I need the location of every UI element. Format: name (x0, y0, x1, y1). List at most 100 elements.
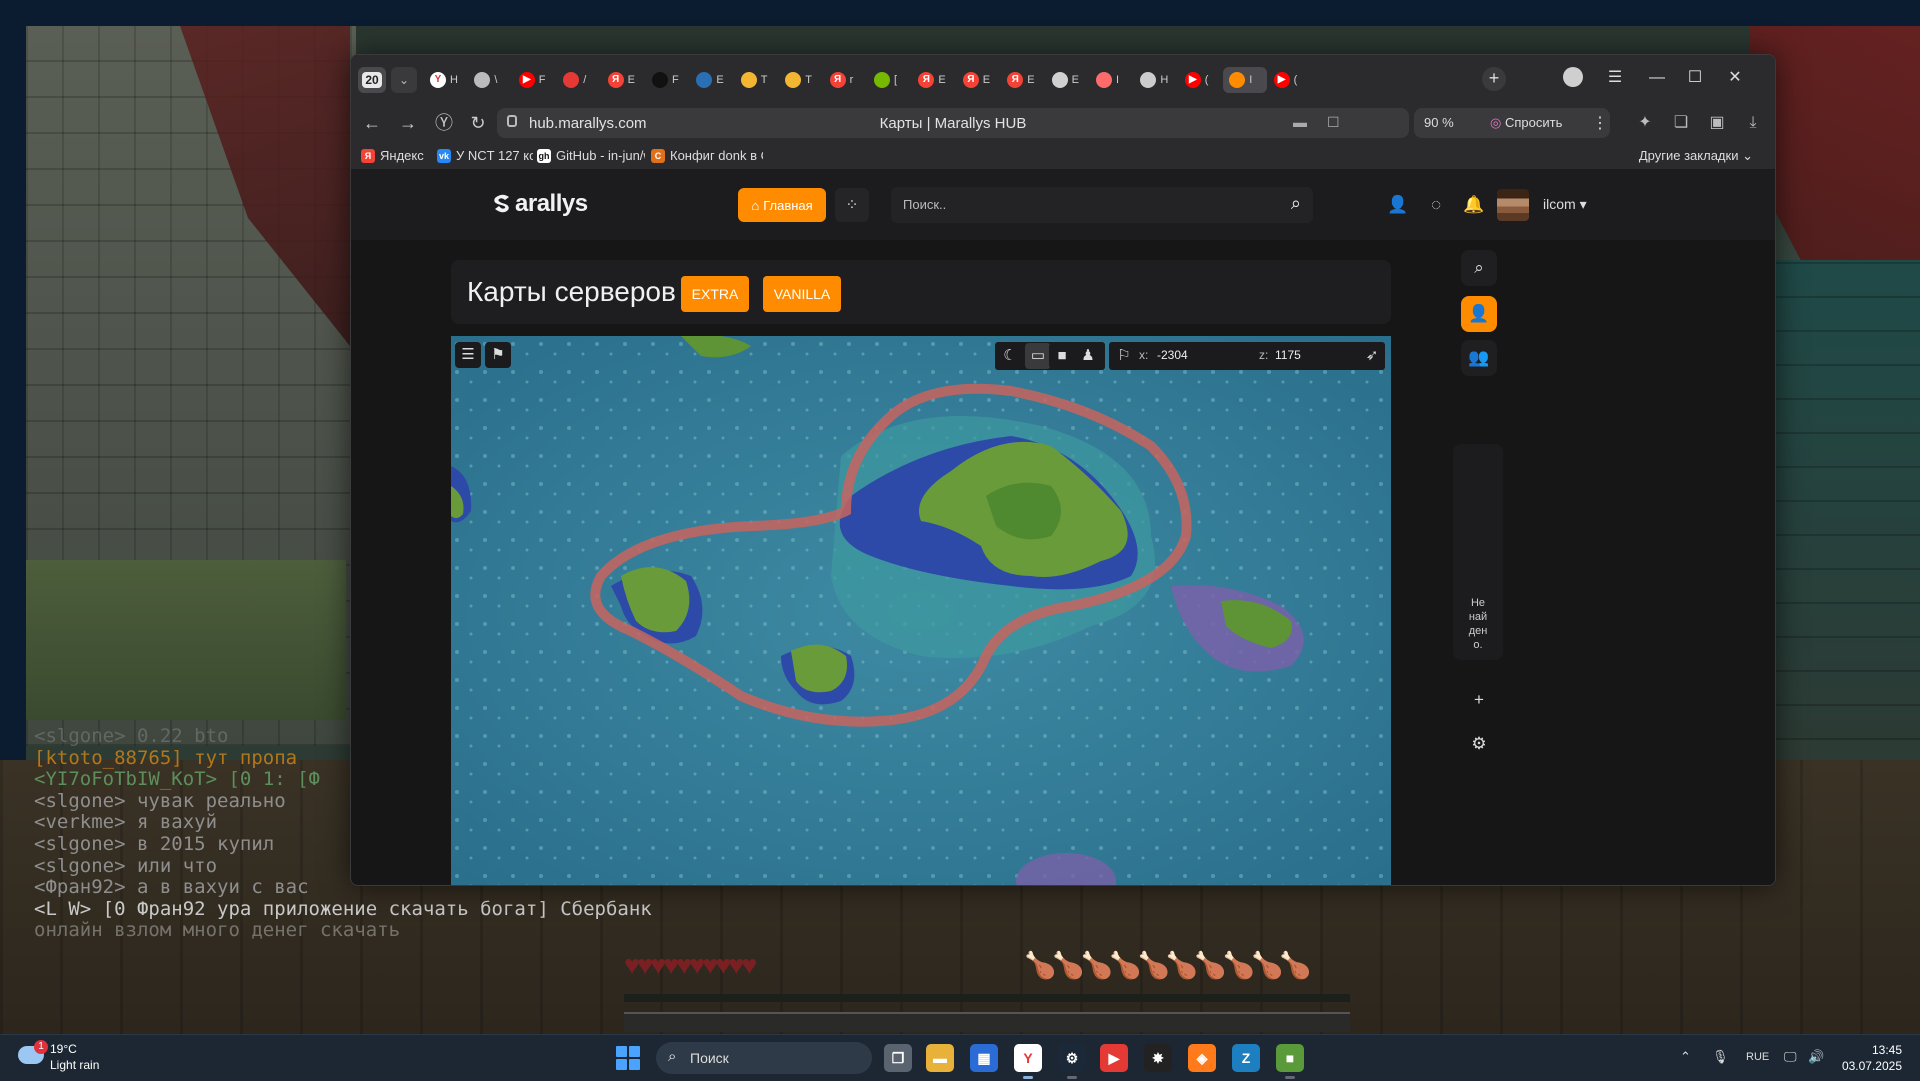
moon-icon[interactable]: ☾ (997, 343, 1023, 369)
file-explorer-icon[interactable]: ▬ (926, 1044, 954, 1072)
start-button[interactable] (616, 1046, 640, 1070)
browser-tab[interactable]: H (1134, 67, 1178, 93)
rail-profile-button[interactable]: 👤 (1461, 296, 1497, 332)
tab-favicon-icon: Я (918, 72, 935, 88)
flag-icon[interactable]: ⚐ (1111, 343, 1137, 369)
browser-tab[interactable]: ▶( (1268, 67, 1312, 93)
microphone-icon[interactable]: 🎙 (1712, 1049, 1729, 1065)
more-icon[interactable]: ⋮ (1592, 113, 1608, 133)
translate-icon[interactable]: ▣ (1705, 111, 1729, 135)
yandex-icon: Ⓨ (435, 113, 453, 133)
forward-button[interactable]: → (393, 109, 423, 137)
apps-button[interactable]: ⁘ (835, 188, 869, 222)
browser-tab[interactable]: T (779, 67, 823, 93)
menu-button[interactable]: ☰ (1597, 63, 1633, 93)
browser-tab[interactable]: F (646, 67, 690, 93)
browser-tab[interactable]: ▶( (1179, 67, 1223, 93)
bell-icon[interactable]: 🔔 (1461, 192, 1487, 218)
rail-search-button[interactable]: ⌕ (1461, 250, 1497, 286)
spark-app-icon[interactable]: ✸ (1144, 1044, 1172, 1072)
compass-icon[interactable]: ➶ (1359, 343, 1385, 369)
map-canvas[interactable] (451, 336, 1391, 885)
avatar[interactable] (1497, 189, 1529, 221)
rail-add-button[interactable]: + (1461, 682, 1497, 718)
bookmark-icon[interactable]: ☐ (1327, 114, 1340, 131)
close-button[interactable]: ✕ (1717, 63, 1753, 93)
game-hud: ♥♥♥♥♥♥♥♥♥♥ 🍗🍗🍗🍗🍗🍗🍗🍗🍗🍗 (624, 950, 1350, 1032)
bookmark-favicon-icon: gh (537, 148, 551, 163)
other-bookmarks[interactable]: Другие закладки ⌄ (1639, 148, 1753, 164)
messages-icon[interactable]: ◌ (1423, 192, 1449, 218)
yandex-browser-icon[interactable]: Y (1014, 1044, 1042, 1072)
vanilla-server-button[interactable]: VANILLA (763, 276, 841, 312)
browser-tab[interactable]: E (690, 67, 734, 93)
players-button[interactable]: ⚑ (485, 342, 511, 368)
extensions-icon[interactable]: ✦ (1633, 111, 1657, 135)
url-text[interactable]: hub.marallys.com (529, 115, 647, 132)
taskbar-search[interactable]: ⌕ Поиск (656, 1042, 872, 1074)
bookmark-item[interactable]: gh GitHub - in-jun/wi (537, 148, 645, 163)
browser-tab[interactable]: ЯE (1001, 67, 1045, 93)
extra-server-button[interactable]: EXTRA (681, 276, 749, 312)
browser-tab[interactable]: I (1223, 67, 1268, 93)
new-tab-button[interactable]: + (1482, 67, 1506, 91)
player-view-icon[interactable]: ♟ (1075, 343, 1101, 369)
minimize-button[interactable]: — (1639, 63, 1675, 93)
browser-tab[interactable]: ЯE (912, 67, 956, 93)
rail-settings-button[interactable]: ⚙ (1461, 726, 1497, 762)
maximize-button[interactable]: ☐ (1677, 63, 1713, 93)
browser-tab[interactable]: E (1046, 67, 1090, 93)
browser-tab[interactable]: YH (424, 67, 468, 93)
browser-tab[interactable]: / (557, 67, 601, 93)
layers-menu-button[interactable]: ☰ (455, 342, 481, 368)
collections-icon[interactable]: ❏ (1669, 111, 1693, 135)
surface-view-icon[interactable]: ■ (1049, 343, 1075, 369)
add-friend-icon[interactable]: 👤 (1385, 192, 1411, 218)
home-button[interactable]: ⌂ Главная (738, 188, 826, 222)
minecraft-icon[interactable]: ■ (1276, 1044, 1304, 1072)
browser-tab[interactable]: ЯE (957, 67, 1001, 93)
tray-chevron-icon[interactable]: ⌃ (1680, 1049, 1691, 1065)
site-search-input[interactable]: Поиск.. ⌕ (891, 187, 1313, 223)
search-icon[interactable]: ⌕ (1291, 193, 1301, 214)
shield-app-icon[interactable]: Z (1232, 1044, 1260, 1072)
volume-icon[interactable]: 🔊 (1808, 1049, 1824, 1065)
browser-tab[interactable]: \ (468, 67, 512, 93)
bookmark-item[interactable]: vk У NCT 127 концер (437, 148, 533, 163)
flat-view-icon[interactable]: ▭ (1025, 343, 1051, 369)
hamburger-icon: ☰ (1607, 69, 1623, 86)
browser-tab[interactable]: I (1090, 67, 1134, 93)
marallys-app-icon[interactable]: ◈ (1188, 1044, 1216, 1072)
media-player-icon[interactable]: ▶ (1100, 1044, 1128, 1072)
site-logo[interactable]: arallys (491, 190, 588, 218)
task-view-icon[interactable]: ❐ (884, 1044, 912, 1072)
user-menu[interactable]: ilcom ▾ (1543, 196, 1587, 213)
ask-button[interactable]: ◎ Спросить (1490, 115, 1562, 131)
tab-list-dropdown[interactable]: ⌄ (391, 67, 417, 93)
address-bar[interactable]: Карты | Marallys HUB hub.marallys.com ▬ … (497, 108, 1409, 138)
browser-tab[interactable]: Яr (824, 67, 868, 93)
language-indicator[interactable]: RUE (1746, 1051, 1769, 1063)
search-icon: ⌕ (668, 1048, 677, 1065)
bookmark-item[interactable]: Я Яндекс (361, 148, 433, 163)
tab-counter[interactable]: 20 (358, 67, 386, 93)
back-button[interactable]: ← (357, 109, 387, 137)
profile-icon[interactable] (1563, 67, 1583, 87)
browser-tab[interactable]: ЯE (602, 67, 646, 93)
store-icon[interactable]: ▦ (970, 1044, 998, 1072)
logo-text: arallys (515, 190, 588, 217)
browser-tab[interactable]: [ (868, 67, 912, 93)
rail-friends-button[interactable]: 👥 (1461, 340, 1497, 376)
bookmark-item[interactable]: C Конфиг donk в CS (651, 148, 763, 163)
clock[interactable]: 13:45 03.07.2025 (1838, 1042, 1902, 1074)
network-icon[interactable]: 🖵 (1784, 1049, 1797, 1065)
browser-tab[interactable]: T (735, 67, 779, 93)
steam-icon[interactable]: ⚙ (1058, 1044, 1086, 1072)
zoom-level[interactable]: 90 % (1424, 115, 1454, 130)
server-map[interactable]: ☰ ⚑ ☾ ▭ ■ ♟ ⚐ x: -2304 z: 1175 ➶ (451, 336, 1391, 885)
browser-tab[interactable]: ▶ F (513, 67, 557, 93)
reload-button[interactable]: ↻ (463, 109, 493, 137)
yandex-home-button[interactable]: Ⓨ (429, 109, 459, 137)
chat-icon[interactable]: ▬ (1293, 114, 1307, 130)
download-icon[interactable]: ⤓ (1741, 111, 1765, 135)
